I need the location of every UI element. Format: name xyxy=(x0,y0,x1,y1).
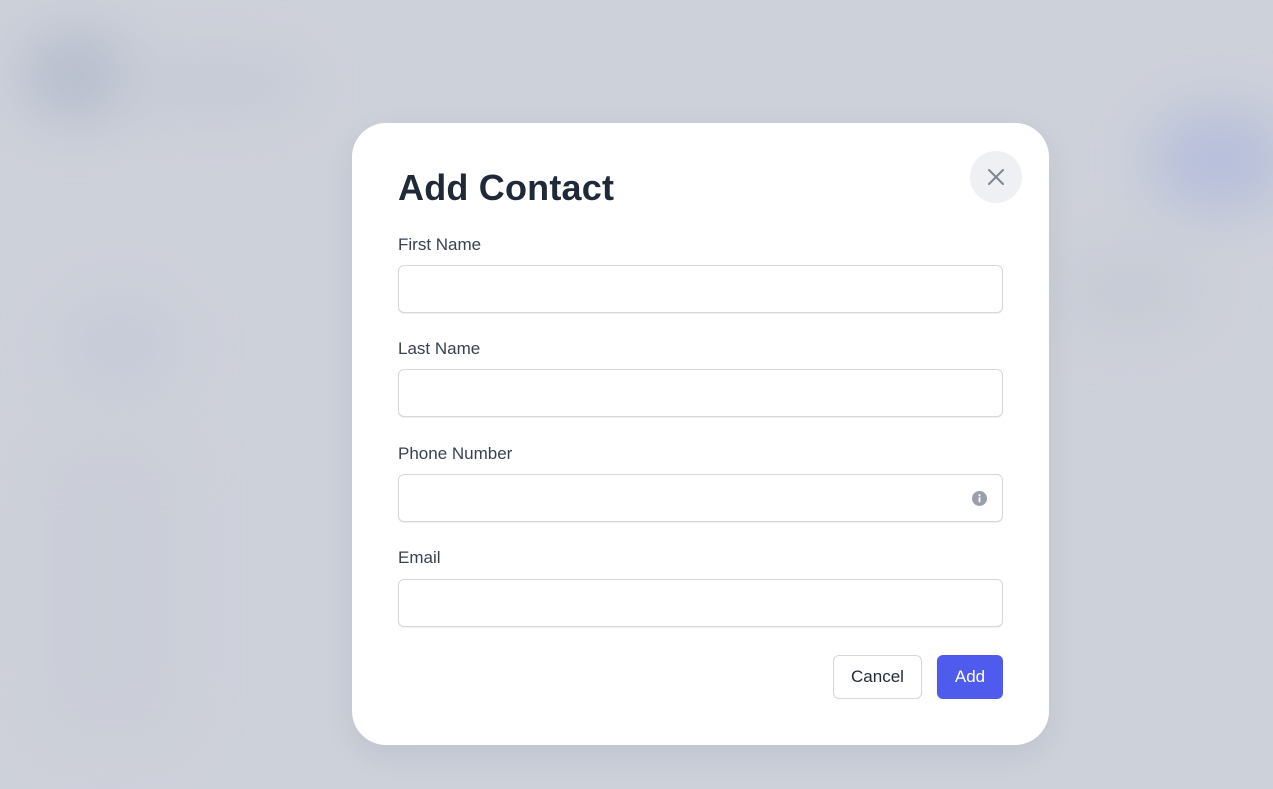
phone-number-label: Phone Number xyxy=(398,444,513,463)
add-contact-dialog: Add Contact First Name Last Name Phone N… xyxy=(352,123,1049,745)
phone-number-input[interactable] xyxy=(398,474,1003,522)
info-icon[interactable] xyxy=(972,491,987,506)
cancel-button[interactable]: Cancel xyxy=(833,655,922,699)
dialog-title: Add Contact xyxy=(398,167,615,208)
close-button[interactable] xyxy=(970,151,1022,203)
close-icon xyxy=(988,169,1004,185)
add-button[interactable]: Add xyxy=(937,655,1003,699)
info-glyph xyxy=(978,494,981,503)
email-label: Email xyxy=(398,548,441,567)
last-name-input[interactable] xyxy=(398,369,1003,417)
last-name-label: Last Name xyxy=(398,339,481,358)
email-input[interactable] xyxy=(398,579,1003,627)
first-name-label: First Name xyxy=(398,235,482,254)
first-name-input[interactable] xyxy=(398,265,1003,313)
